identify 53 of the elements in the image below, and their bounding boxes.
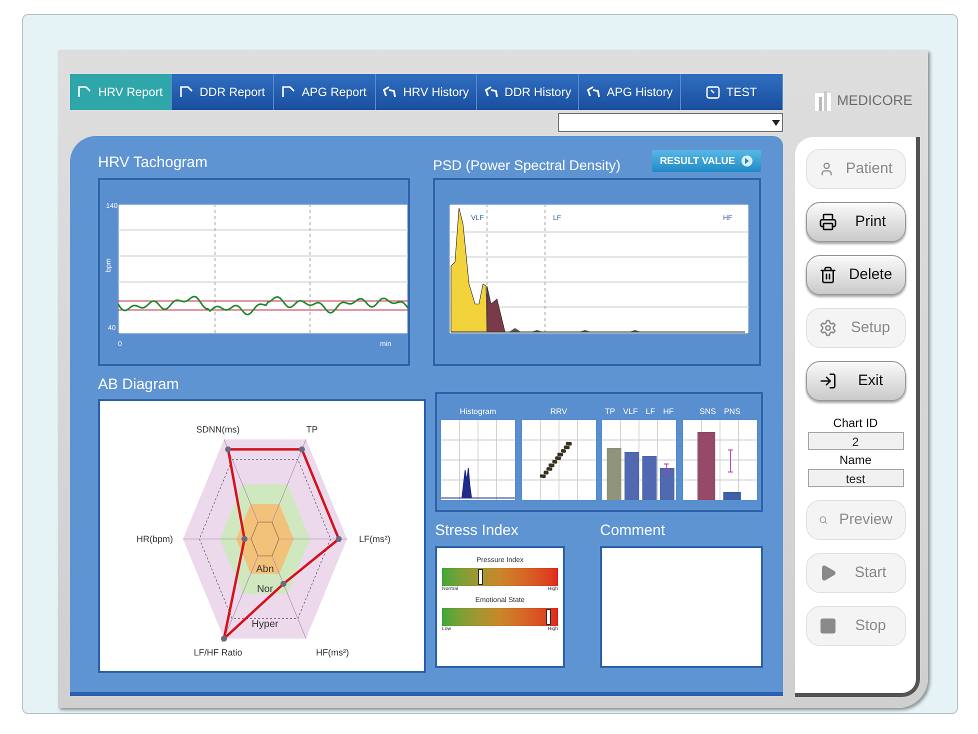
chart-label: TP: [604, 406, 616, 418]
axis-label: HR(bpm): [136, 534, 173, 544]
field-label: Chart ID: [833, 415, 878, 432]
exit-button[interactable]: Exit: [806, 361, 906, 401]
section-title: Stress Index: [435, 521, 520, 541]
chart-label: PNS: [724, 406, 740, 418]
section-title: Comment: [600, 521, 666, 541]
chart-label: LF: [646, 406, 656, 418]
zone-label: Hyper: [252, 618, 278, 630]
dropdown-field[interactable]: [558, 113, 783, 132]
printer-icon: [818, 213, 836, 231]
print-button[interactable]: Print: [806, 202, 906, 242]
section-title: AB Diagram: [98, 375, 180, 395]
curved-arrow-icon: [586, 86, 601, 98]
tab[interactable]: HRV History: [376, 74, 478, 110]
tab[interactable]: APG History: [579, 74, 682, 110]
document-icon: [180, 86, 194, 98]
chart-label: RRV: [550, 406, 568, 418]
field-value: test: [808, 469, 904, 487]
chart-label: HF: [663, 406, 674, 418]
tab[interactable]: DDR Report: [172, 74, 274, 110]
person-icon: [818, 160, 834, 178]
tab[interactable]: APG Report: [274, 74, 376, 110]
field-value: 2: [808, 432, 904, 450]
axis-label: HF(ms²): [316, 647, 349, 658]
curved-arrow-icon: [383, 86, 398, 98]
axis-label: TP: [306, 424, 318, 434]
tab[interactable]: DDR History: [477, 74, 580, 110]
tab[interactable]: TEST: [681, 74, 784, 110]
zone-label: Abn: [256, 564, 274, 574]
chart-label: SNS: [700, 406, 716, 418]
delete-button[interactable]: Delete: [806, 255, 906, 295]
section-title: PSD (Power Spectral Density): [433, 156, 621, 175]
document-icon: [282, 86, 296, 98]
chart-label: Histogram: [460, 406, 496, 418]
settings-icon: [818, 319, 836, 337]
curved-arrow-icon: [484, 86, 499, 98]
trash-icon: [818, 266, 836, 284]
document-icon: [78, 86, 92, 98]
axis-label: LF(ms²): [359, 534, 390, 544]
comment-field[interactable]: [600, 546, 763, 668]
field-label: Name: [839, 452, 872, 469]
square-icon: [818, 617, 836, 635]
section-title: HRV Tachogram: [98, 152, 208, 172]
axis-label: SDNN(ms): [196, 424, 240, 434]
brand-name: MEDICORE: [837, 91, 912, 110]
logo-icon: [815, 90, 831, 110]
zone-label: Nor: [256, 584, 274, 594]
chart-label: VLF: [623, 406, 638, 418]
dropdown-arrow-icon: [772, 120, 780, 126]
screen-icon: [706, 86, 720, 98]
exit-icon: [818, 372, 836, 390]
axis-label: LF/HF Ratio: [194, 647, 242, 658]
